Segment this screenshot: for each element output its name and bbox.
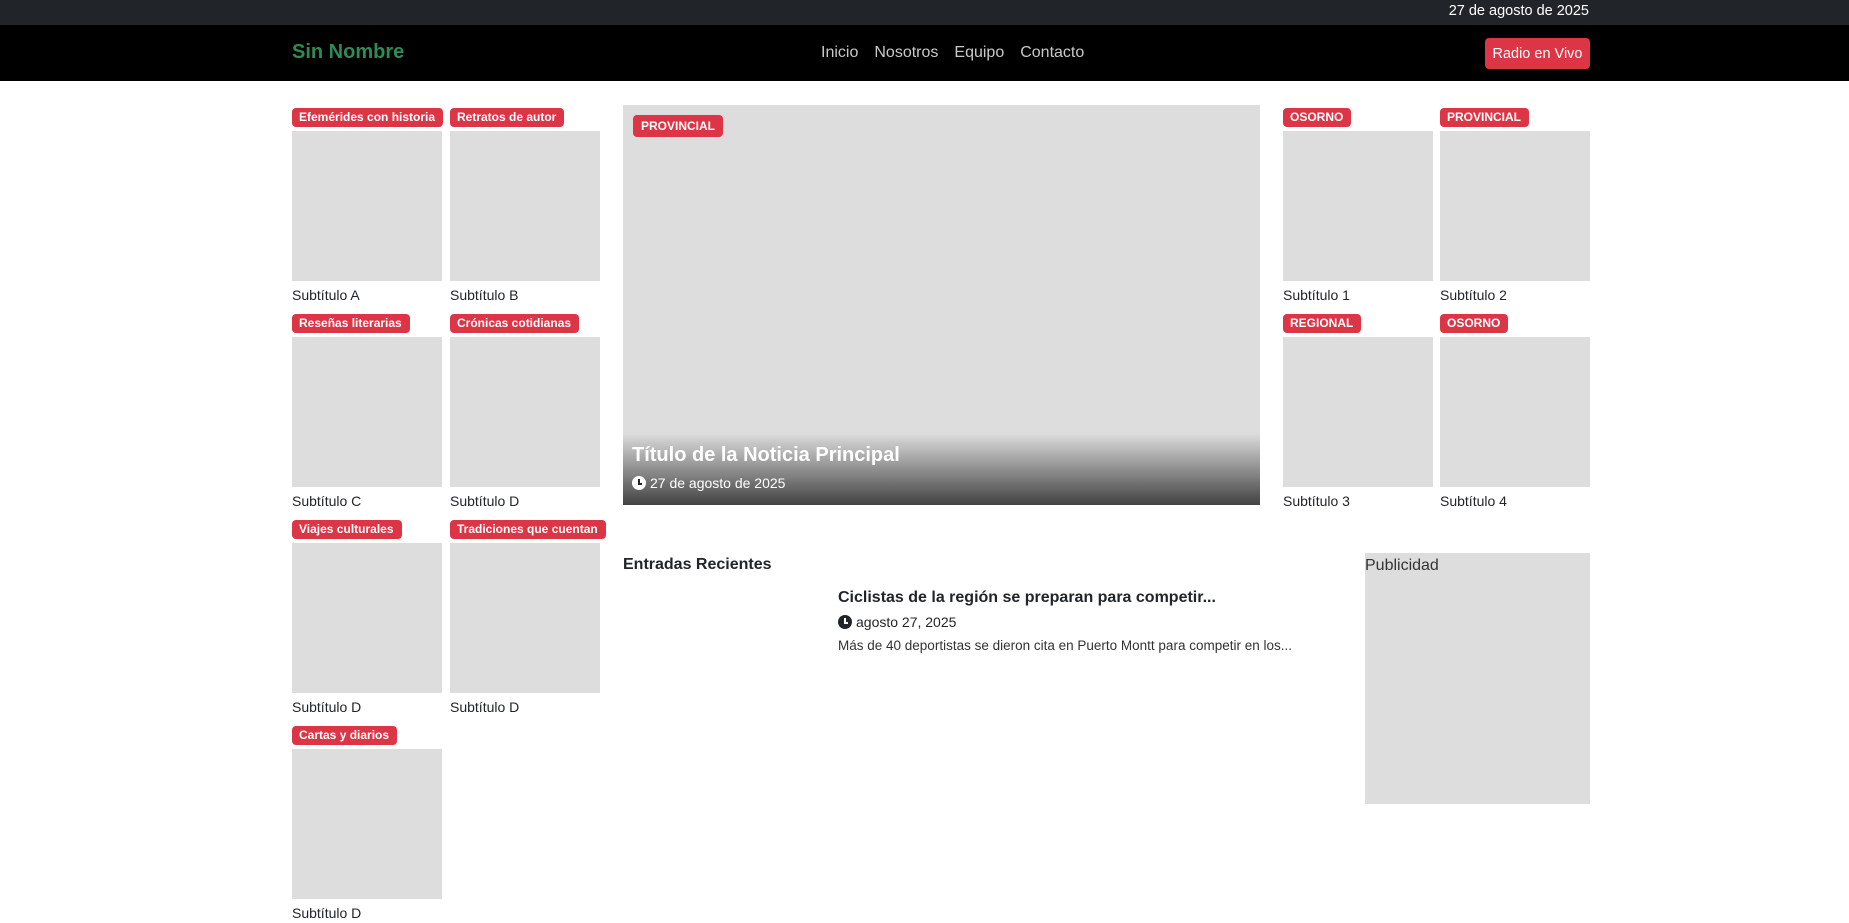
nav-link-inicio[interactable]: Inicio: [821, 44, 858, 62]
card-image[interactable]: [1440, 337, 1590, 487]
site-brand[interactable]: Sin Nombre: [292, 41, 404, 64]
card-subtitle[interactable]: Subtítulo 1: [1283, 287, 1350, 303]
recent-posts-heading: Entradas Recientes: [623, 556, 772, 573]
advertisement-label: Publicidad: [1365, 557, 1439, 574]
clock-icon: [632, 476, 646, 490]
category-badge[interactable]: Reseñas literarias: [292, 314, 410, 333]
advertisement-box[interactable]: Publicidad: [1365, 553, 1590, 804]
main-navbar: Sin Nombre Inicio Nosotros Equipo Contac…: [0, 25, 1849, 81]
card-image[interactable]: [1283, 337, 1433, 487]
post-date: agosto 27, 2025: [856, 614, 957, 630]
category-badge[interactable]: PROVINCIAL: [1440, 108, 1530, 127]
hero-date: 27 de agosto de 2025: [650, 475, 786, 491]
hero-category-badge[interactable]: PROVINCIAL: [633, 115, 724, 137]
card-image[interactable]: [450, 337, 600, 487]
top-date-bar: 27 de agosto de 2025: [0, 0, 1849, 25]
category-badge[interactable]: OSORNO: [1283, 108, 1352, 127]
card-image[interactable]: [292, 543, 442, 693]
post-title-link[interactable]: Ciclistas de la región se preparan para …: [838, 589, 1318, 607]
card-subtitle[interactable]: Subtítulo D: [450, 493, 519, 509]
card-image[interactable]: [450, 543, 600, 693]
card-image[interactable]: [450, 131, 600, 281]
category-badge[interactable]: Cartas y diarios: [292, 726, 398, 745]
card-subtitle[interactable]: Subtítulo 4: [1440, 493, 1507, 509]
card-subtitle[interactable]: Subtítulo D: [292, 699, 361, 715]
nav-link-nosotros[interactable]: Nosotros: [874, 44, 938, 62]
main-news-hero[interactable]: PROVINCIAL Título de la Noticia Principa…: [623, 105, 1260, 505]
category-badge[interactable]: Retratos de autor: [450, 108, 565, 127]
category-badge[interactable]: OSORNO: [1440, 314, 1509, 333]
radio-live-button[interactable]: Radio en Vivo: [1485, 38, 1590, 69]
card-image[interactable]: [292, 749, 442, 899]
nav-link-equipo[interactable]: Equipo: [954, 44, 1004, 62]
card-subtitle[interactable]: Subtítulo A: [292, 287, 360, 303]
post-meta: agosto 27, 2025: [838, 614, 1318, 630]
card-subtitle[interactable]: Subtítulo 2: [1440, 287, 1507, 303]
post-excerpt: Más de 40 deportistas se dieron cita en …: [838, 638, 1292, 653]
hero-meta: 27 de agosto de 2025: [632, 475, 785, 491]
card-subtitle[interactable]: Subtítulo D: [450, 699, 519, 715]
card-subtitle[interactable]: Subtítulo B: [450, 287, 519, 303]
card-image[interactable]: [292, 337, 442, 487]
current-date: 27 de agosto de 2025: [1448, 3, 1589, 19]
card-image[interactable]: [292, 131, 442, 281]
card-subtitle[interactable]: Subtítulo D: [292, 905, 361, 921]
nav-link-contacto[interactable]: Contacto: [1020, 44, 1084, 62]
category-badge[interactable]: Tradiciones que cuentan: [450, 520, 606, 539]
category-badge[interactable]: Efemérides con historia: [292, 108, 444, 127]
card-subtitle[interactable]: Subtítulo 3: [1283, 493, 1350, 509]
clock-icon: [838, 615, 852, 629]
main-nav: Inicio Nosotros Equipo Contacto: [821, 44, 1100, 62]
category-badge[interactable]: Crónicas cotidianas: [450, 314, 580, 333]
category-badge[interactable]: REGIONAL: [1283, 314, 1362, 333]
card-subtitle[interactable]: Subtítulo C: [292, 493, 361, 509]
card-image[interactable]: [1440, 131, 1590, 281]
hero-title[interactable]: Título de la Noticia Principal: [632, 444, 900, 467]
card-image[interactable]: [1283, 131, 1433, 281]
recent-post-item: Ciclistas de la región se preparan para …: [838, 589, 1318, 653]
category-badge[interactable]: Viajes culturales: [292, 520, 402, 539]
